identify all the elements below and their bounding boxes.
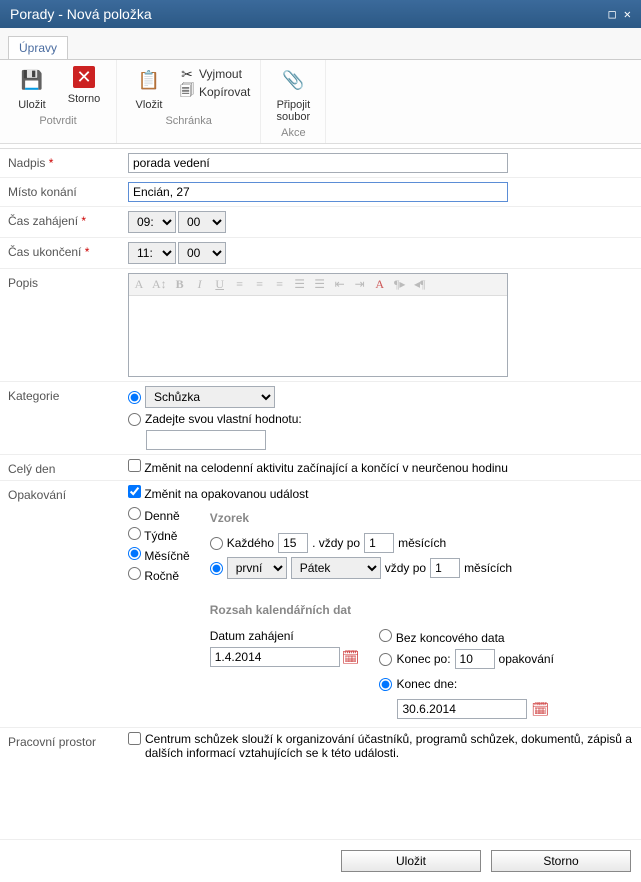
allday-checkbox-label[interactable]: Změnit na celodenní aktivitu začínající … (128, 461, 508, 475)
recur-checkbox-label[interactable]: Změnit na opakovanou událost (128, 487, 308, 501)
label-end: Čas ukončení * (8, 242, 128, 264)
rte-ltr-icon[interactable]: ¶▸ (393, 277, 407, 292)
pattern-header: Vzorek (210, 511, 633, 525)
pat-dow-select[interactable]: Pátek (291, 557, 381, 579)
range-header: Rozsah kalendářních dat (210, 603, 633, 617)
dialog-buttons: Uložit Storno (0, 839, 641, 882)
cat-select[interactable]: Schůzka (145, 386, 275, 408)
rte-fontsize-icon[interactable]: A↕ (152, 277, 167, 292)
end-min-select[interactable]: 00 (178, 242, 226, 264)
cancel-icon: ✕ (73, 66, 95, 88)
rte-outdent-icon[interactable]: ⇤ (333, 277, 347, 292)
start-date-input[interactable] (210, 647, 340, 667)
label-allday: Celý den (8, 459, 128, 476)
recur-checkbox[interactable] (128, 485, 141, 498)
attach-icon: 📎 (279, 66, 307, 94)
calendar-icon-end[interactable]: 🗓 (531, 701, 549, 718)
rte-align-right-icon[interactable]: ≡ (273, 277, 287, 292)
pat-day-radio[interactable] (210, 537, 223, 550)
rte-align-center-icon[interactable]: ≡ (253, 277, 267, 292)
allday-checkbox[interactable] (128, 459, 141, 472)
rte-align-left-icon[interactable]: ≡ (233, 277, 247, 292)
rte-toolbar: A A↕ B I U ≡ ≡ ≡ ☰ ☰ ⇤ ⇥ A ¶▸ ◂¶ (129, 274, 507, 296)
start-date-label: Datum zahájení (210, 629, 360, 643)
cat-radio-preset[interactable] (128, 391, 141, 404)
start-hour-select[interactable]: 09: (128, 211, 176, 233)
workspace-checkbox[interactable] (128, 732, 141, 745)
location-input[interactable] (128, 182, 508, 202)
attach-button[interactable]: 📎 Připojit soubor (271, 66, 315, 123)
label-location: Místo konání (8, 182, 128, 202)
endby-radio[interactable] (379, 678, 392, 691)
rte-list-bul-icon[interactable]: ☰ (313, 277, 327, 292)
pat-ord-radio[interactable] (210, 562, 223, 575)
noend-radio[interactable]: Bez koncového data (379, 629, 553, 645)
label-category: Kategorie (8, 386, 128, 450)
save-icon: 💾 (18, 66, 46, 94)
group-clipboard: Schránka (127, 115, 250, 127)
pat-day-input[interactable] (278, 533, 308, 553)
endafter-radio[interactable] (379, 653, 392, 666)
rte-color-icon[interactable]: A (373, 277, 387, 292)
end-hour-select[interactable]: 11: (128, 242, 176, 264)
monthly-radio[interactable]: Měsíčně (128, 547, 190, 563)
tab-edit[interactable]: Úpravy (8, 36, 68, 59)
window-title: Porady - Nová položka (10, 6, 152, 22)
pat-mon2-input[interactable] (430, 558, 460, 578)
label-recur: Opakování (8, 485, 128, 723)
daily-radio[interactable]: Denně (128, 507, 190, 523)
weekly-radio[interactable]: Týdně (128, 527, 190, 543)
rte-underline-icon[interactable]: U (213, 277, 227, 292)
paste-button[interactable]: 📋 Vložit (127, 66, 171, 111)
dialog-cancel-button[interactable]: Storno (491, 850, 631, 872)
occ-input[interactable] (455, 649, 495, 669)
rte-italic-icon[interactable]: I (193, 277, 207, 292)
close-icon[interactable]: ✕ (624, 7, 631, 21)
label-desc: Popis (8, 273, 128, 377)
end-date-input[interactable] (397, 699, 527, 719)
rte-rtl-icon[interactable]: ◂¶ (413, 277, 427, 292)
cancel-button[interactable]: ✕ Storno (62, 66, 106, 105)
paste-icon: 📋 (135, 66, 163, 94)
rte-bold-icon[interactable]: B (173, 277, 187, 292)
label-title: Nadpis * (8, 153, 128, 173)
ribbon: 💾 Uložit ✕ Storno Potvrdit 📋 Vložit ✂ Vy… (0, 60, 641, 144)
pat-mon1-input[interactable] (364, 533, 394, 553)
group-actions: Akce (271, 127, 315, 139)
label-workspace: Pracovní prostor (8, 732, 128, 760)
dialog-save-button[interactable]: Uložit (341, 850, 481, 872)
copy-button[interactable]: 🗐 Kopírovat (179, 84, 250, 100)
form-body: Nadpis * Místo konání Čas zahájení * 09:… (0, 144, 641, 839)
cat-custom-input[interactable] (146, 430, 266, 450)
pat-ord-select[interactable]: první (227, 557, 287, 579)
rte-font-icon[interactable]: A (132, 277, 146, 292)
rte-indent-icon[interactable]: ⇥ (353, 277, 367, 292)
title-input[interactable] (128, 153, 508, 173)
cat-custom-label: Zadejte svou vlastní hodnotu: (145, 412, 302, 426)
desc-textarea[interactable] (129, 296, 507, 376)
label-start: Čas zahájení * (8, 211, 128, 233)
group-confirm: Potvrdit (10, 115, 106, 127)
cat-radio-custom[interactable] (128, 413, 141, 426)
maximize-icon[interactable]: □ (609, 7, 616, 21)
yearly-radio[interactable]: Ročně (128, 567, 190, 583)
copy-icon: 🗐 (179, 84, 195, 100)
calendar-icon[interactable]: 🗓 (342, 649, 360, 666)
start-min-select[interactable]: 00 (178, 211, 226, 233)
ribbon-tabs: Úpravy (0, 28, 641, 60)
titlebar: Porady - Nová položka □ ✕ (0, 0, 641, 28)
workspace-checkbox-label[interactable]: Centrum schůzek slouží k organizování úč… (128, 732, 633, 760)
save-button[interactable]: 💾 Uložit (10, 66, 54, 111)
rte-list-num-icon[interactable]: ☰ (293, 277, 307, 292)
